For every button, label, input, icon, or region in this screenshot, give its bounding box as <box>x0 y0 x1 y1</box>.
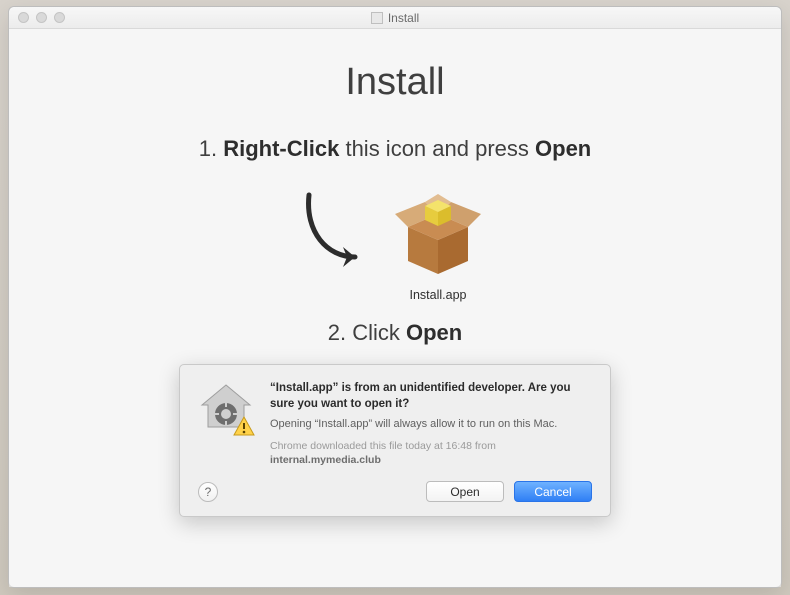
dialog-footer: ? Open Cancel <box>198 481 592 502</box>
help-button[interactable]: ? <box>198 482 218 502</box>
step-1-mid: this icon and press <box>339 136 535 161</box>
disk-icon <box>371 12 383 24</box>
content-area: Install 1. Right-Click this icon and pre… <box>9 29 781 587</box>
dialog-headline: “Install.app” is from an unidentified de… <box>270 381 592 412</box>
dialog-source-prefix: Chrome downloaded this file today at 16:… <box>270 440 496 452</box>
step-1-prefix: 1. <box>199 136 223 161</box>
step-1-rightclick: Right-Click <box>223 136 339 161</box>
icon-row: Install.app <box>297 172 493 302</box>
dialog-subtext: Opening “Install.app” will always allow … <box>270 417 592 432</box>
cancel-button-label: Cancel <box>534 485 571 499</box>
installer-window: Install Install 1. Right-Click this icon… <box>8 6 782 588</box>
window-title: Install <box>9 11 781 25</box>
warning-badge-icon <box>232 415 256 439</box>
open-button[interactable]: Open <box>426 481 504 502</box>
dialog-source: Chrome downloaded this file today at 16:… <box>270 439 592 467</box>
curved-arrow-icon <box>297 187 377 277</box>
install-app-icon[interactable]: Install.app <box>383 172 493 302</box>
help-icon: ? <box>205 485 212 499</box>
dialog-source-domain: internal.mymedia.club <box>270 454 381 466</box>
step-1-instruction: 1. Right-Click this icon and press Open <box>199 136 592 162</box>
cancel-button[interactable]: Cancel <box>514 481 592 502</box>
step-2-open: Open <box>406 320 462 345</box>
package-box-icon <box>383 172 493 282</box>
page-title: Install <box>345 61 444 104</box>
dialog-text: “Install.app” is from an unidentified de… <box>270 381 592 467</box>
step-2-prefix: 2. Click <box>328 320 406 345</box>
step-1-open: Open <box>535 136 591 161</box>
window-title-text: Install <box>388 11 419 25</box>
step-2-instruction: 2. Click Open <box>328 320 462 346</box>
package-label: Install.app <box>410 288 467 302</box>
titlebar[interactable]: Install <box>9 7 781 29</box>
open-button-label: Open <box>450 485 479 499</box>
gatekeeper-dialog: “Install.app” is from an unidentified de… <box>179 364 611 517</box>
dialog-app-icon <box>198 381 254 467</box>
